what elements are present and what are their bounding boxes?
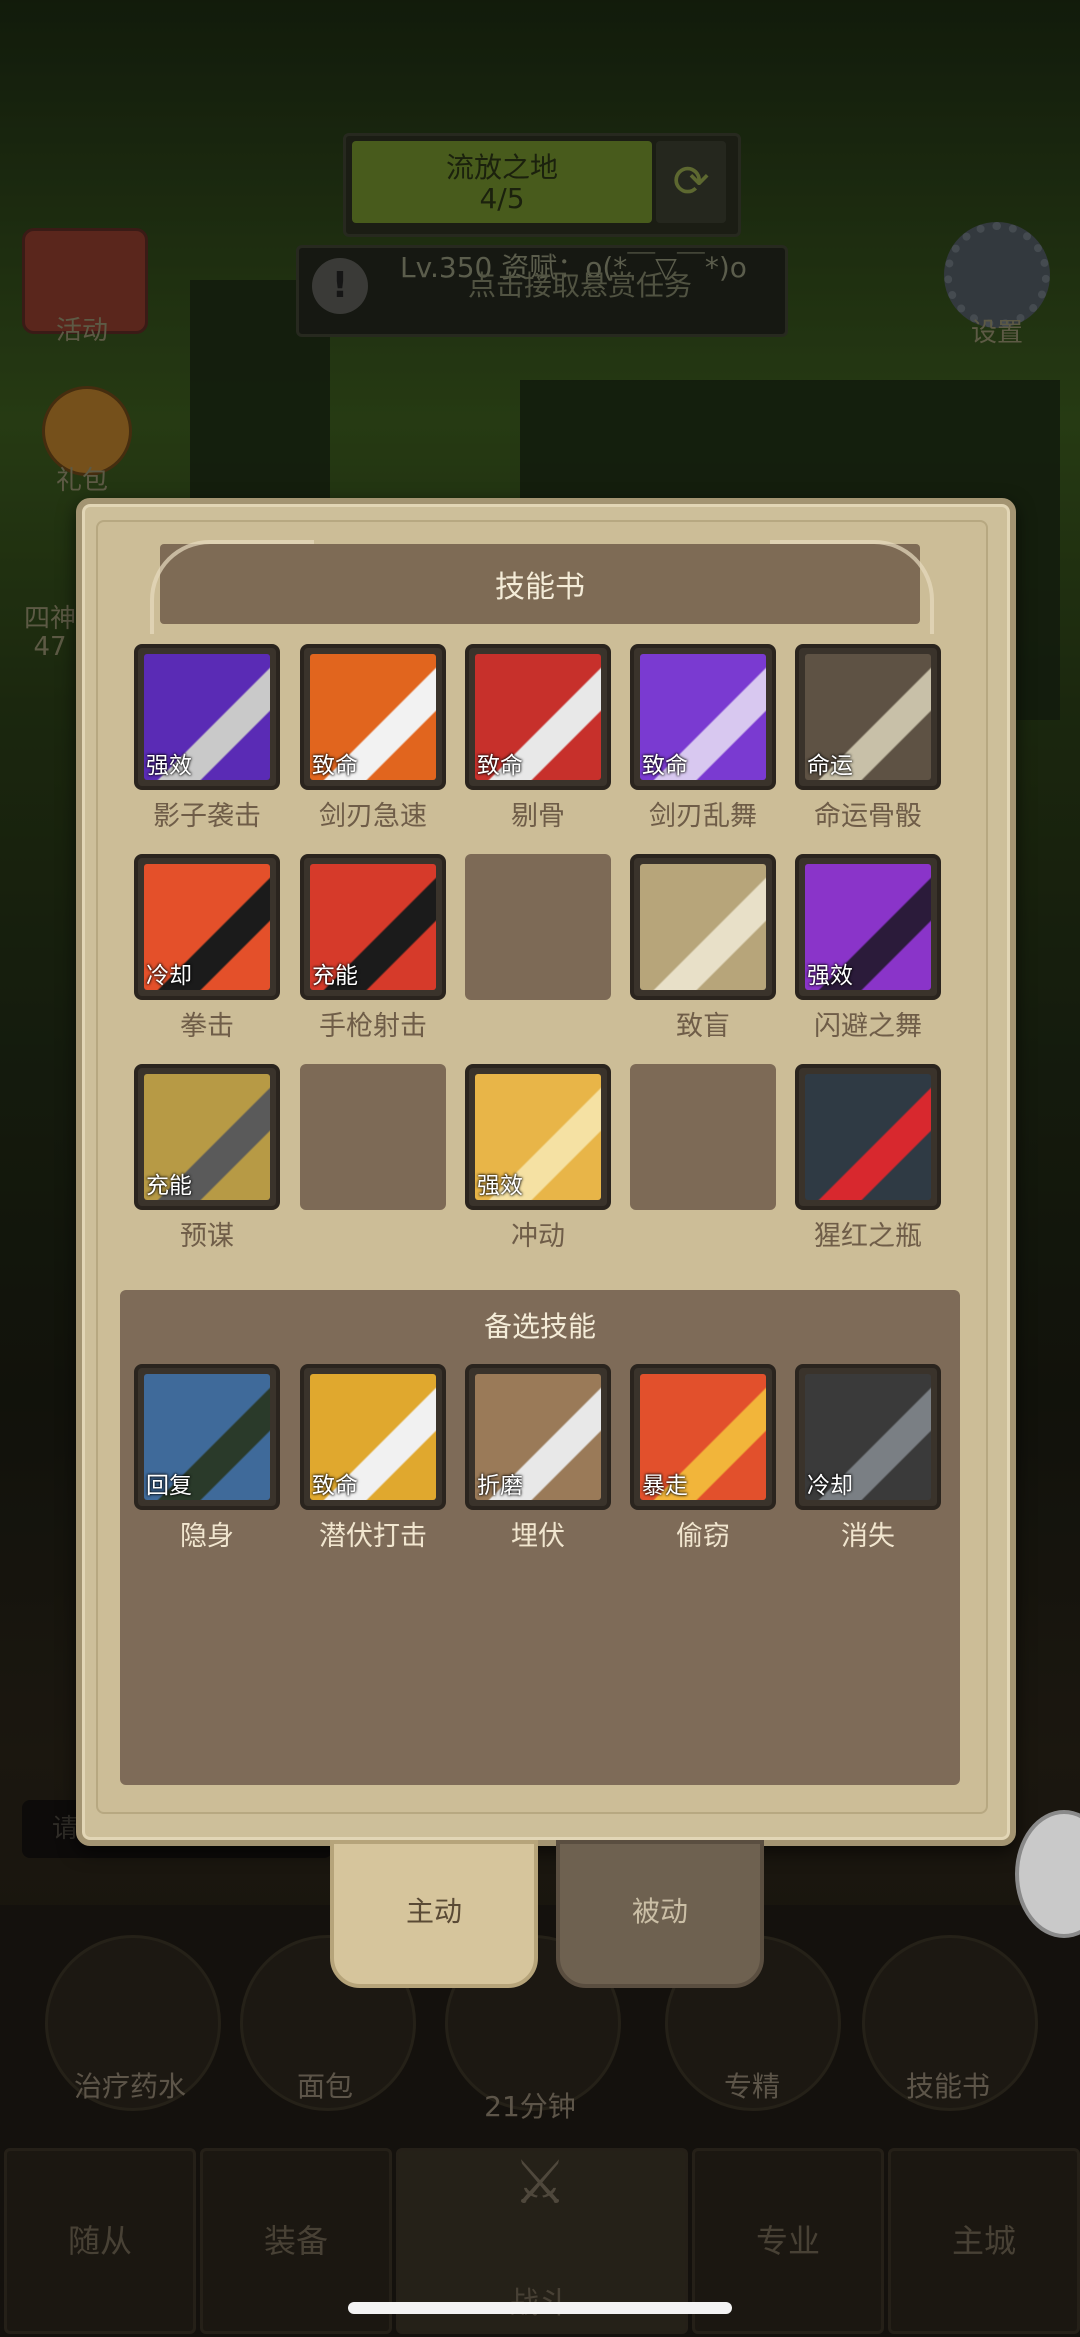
empty-skill-slot[interactable] xyxy=(465,854,611,1000)
skill-slot[interactable]: 致命 xyxy=(630,644,776,790)
skill-slot[interactable] xyxy=(630,854,776,1000)
skill-tag: 强效 xyxy=(807,963,853,989)
blind-icon xyxy=(640,864,766,990)
skill-slot[interactable]: 强效 xyxy=(795,854,941,1000)
skill-tag: 冷却 xyxy=(807,1473,853,1499)
skill-slot[interactable]: 致命 xyxy=(465,644,611,790)
skill-slot[interactable]: 强效 xyxy=(134,644,280,790)
skill-slot[interactable]: 致命 xyxy=(300,1364,446,1510)
tab-active-label: 主动 xyxy=(405,1895,462,1928)
skill-slot[interactable]: 回复 xyxy=(134,1364,280,1510)
skill-tag: 致命 xyxy=(312,1473,358,1499)
skill-slot[interactable]: 致命 xyxy=(300,644,446,790)
skill-name: 消失 xyxy=(841,1521,895,1552)
skill-name: 剔骨 xyxy=(511,801,565,832)
skill-tag: 充能 xyxy=(146,1173,192,1199)
skill-slot[interactable]: 充能 xyxy=(300,854,446,1000)
skill-tag: 折磨 xyxy=(477,1473,523,1499)
skill-name: 致盲 xyxy=(676,1011,730,1042)
crimson-flask-icon xyxy=(805,1074,931,1200)
tab-active-skills[interactable]: 主动 xyxy=(330,1840,538,1988)
skill-tag: 回复 xyxy=(146,1473,192,1499)
panel-title: 技能书 xyxy=(495,570,585,605)
skill-name: 潜伏打击 xyxy=(319,1521,427,1552)
skill-name: 影子袭击 xyxy=(153,801,261,832)
skill-slot[interactable]: 冷却 xyxy=(795,1364,941,1510)
skill-slot[interactable]: 冷却 xyxy=(134,854,280,1000)
skill-name: 命运骨骰 xyxy=(814,801,922,832)
skill-name: 埋伏 xyxy=(511,1521,565,1552)
skill-tag: 强效 xyxy=(477,1173,523,1199)
skill-name: 冲动 xyxy=(511,1221,565,1252)
tab-passive-skills[interactable]: 被动 xyxy=(556,1840,764,1988)
skill-tag: 暴走 xyxy=(642,1473,688,1499)
skill-name: 剑刃乱舞 xyxy=(649,801,757,832)
skill-name: 手枪射击 xyxy=(319,1011,427,1042)
empty-skill-slot[interactable] xyxy=(630,1064,776,1210)
skill-slot[interactable]: 充能 xyxy=(134,1064,280,1210)
skill-tag: 致命 xyxy=(477,753,523,779)
skill-slot[interactable]: 暴走 xyxy=(630,1364,776,1510)
skill-name: 偷窃 xyxy=(676,1521,730,1552)
tab-passive-label: 被动 xyxy=(631,1895,688,1928)
skill-tag: 强效 xyxy=(146,753,192,779)
skill-slot[interactable] xyxy=(795,1064,941,1210)
skill-name: 隐身 xyxy=(180,1521,234,1552)
skill-slot[interactable]: 强效 xyxy=(465,1064,611,1210)
alternate-skills-title: 备选技能 xyxy=(483,1310,596,1343)
skill-tag: 命运 xyxy=(807,753,853,779)
skill-name: 闪避之舞 xyxy=(814,1011,922,1042)
skill-tag: 致命 xyxy=(642,753,688,779)
skill-slot[interactable]: 命运 xyxy=(795,644,941,790)
skill-slot[interactable]: 折磨 xyxy=(465,1364,611,1510)
skill-tag: 冷却 xyxy=(146,963,192,989)
empty-skill-slot[interactable] xyxy=(300,1064,446,1210)
skill-name: 猩红之瓶 xyxy=(814,1221,922,1252)
skill-name: 预谋 xyxy=(180,1221,234,1252)
skill-tag: 致命 xyxy=(312,753,358,779)
skill-name: 拳击 xyxy=(180,1011,234,1042)
home-indicator xyxy=(348,2302,732,2314)
skill-tag: 充能 xyxy=(312,963,358,989)
skill-name: 剑刃急速 xyxy=(319,801,427,832)
